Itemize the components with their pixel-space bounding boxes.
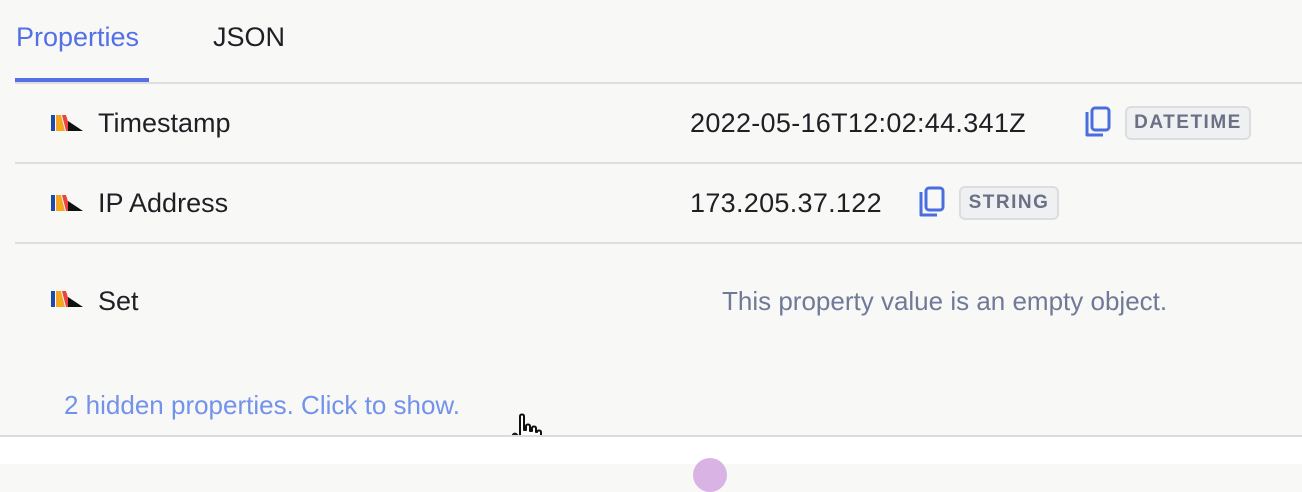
custom-property-icon [51, 195, 83, 211]
tab-json[interactable]: JSON [213, 22, 285, 53]
avatar[interactable] [693, 458, 727, 492]
custom-property-icon [51, 115, 83, 131]
property-value: 173.205.37.122 [690, 188, 882, 218]
property-row-set: Set This property value is an empty obje… [15, 244, 1302, 356]
property-name: Set [98, 286, 139, 316]
active-tab-indicator [15, 78, 149, 82]
type-badge: STRING [959, 186, 1059, 220]
bottom-panel [0, 437, 1302, 492]
copy-icon[interactable] [917, 186, 947, 220]
copy-icon[interactable] [1083, 106, 1113, 140]
type-badge: DATETIME [1125, 106, 1251, 140]
empty-object-message: This property value is an empty object. [722, 286, 1168, 316]
property-name: IP Address [98, 188, 229, 218]
tab-properties[interactable]: Properties [16, 22, 139, 53]
tab-bar: Properties JSON [15, 0, 1302, 84]
show-hidden-properties-link[interactable]: 2 hidden properties. Click to show. [64, 390, 460, 421]
property-value: 2022-05-16T12:02:44.341Z [690, 108, 1026, 138]
custom-property-icon [51, 291, 83, 307]
property-row-timestamp: Timestamp 2022-05-16T12:02:44.341Z DATET… [15, 84, 1302, 164]
property-name: Timestamp [98, 108, 231, 138]
property-row-ip-address: IP Address 173.205.37.122 STRING [15, 164, 1302, 244]
